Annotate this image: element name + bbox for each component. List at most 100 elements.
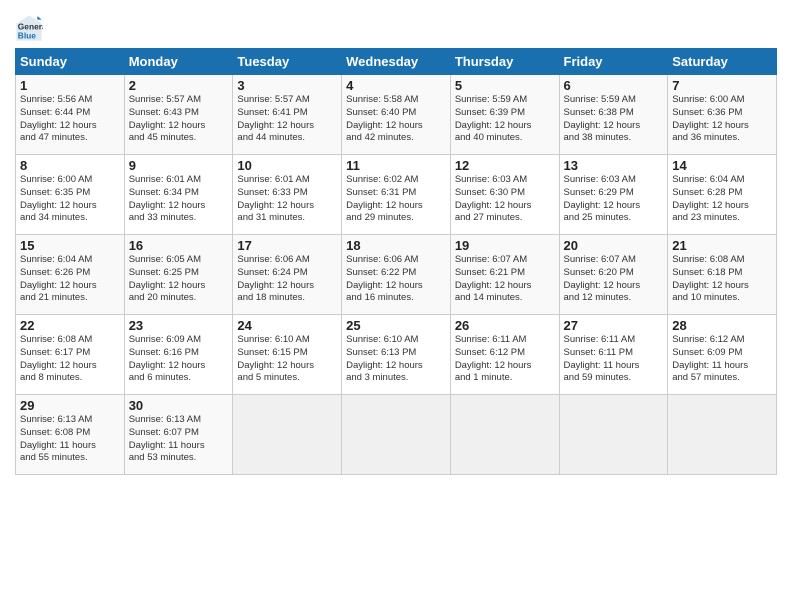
- calendar-cell: 23Sunrise: 6:09 AM Sunset: 6:16 PM Dayli…: [124, 315, 233, 395]
- day-number: 2: [129, 78, 229, 93]
- calendar-cell: [559, 395, 668, 475]
- day-number: 3: [237, 78, 337, 93]
- day-info: Sunrise: 6:04 AM Sunset: 6:26 PM Dayligh…: [20, 254, 120, 305]
- day-number: 28: [672, 318, 772, 333]
- day-info: Sunrise: 6:09 AM Sunset: 6:16 PM Dayligh…: [129, 334, 229, 385]
- day-info: Sunrise: 6:13 AM Sunset: 6:08 PM Dayligh…: [20, 414, 120, 465]
- calendar-cell: 10Sunrise: 6:01 AM Sunset: 6:33 PM Dayli…: [233, 155, 342, 235]
- day-number: 23: [129, 318, 229, 333]
- day-info: Sunrise: 6:06 AM Sunset: 6:22 PM Dayligh…: [346, 254, 446, 305]
- day-info: Sunrise: 5:57 AM Sunset: 6:43 PM Dayligh…: [129, 94, 229, 145]
- day-info: Sunrise: 5:56 AM Sunset: 6:44 PM Dayligh…: [20, 94, 120, 145]
- calendar-cell: 1Sunrise: 5:56 AM Sunset: 6:44 PM Daylig…: [16, 75, 125, 155]
- day-info: Sunrise: 6:08 AM Sunset: 6:17 PM Dayligh…: [20, 334, 120, 385]
- day-info: Sunrise: 6:05 AM Sunset: 6:25 PM Dayligh…: [129, 254, 229, 305]
- day-info: Sunrise: 6:10 AM Sunset: 6:15 PM Dayligh…: [237, 334, 337, 385]
- day-number: 14: [672, 158, 772, 173]
- day-number: 20: [564, 238, 664, 253]
- day-info: Sunrise: 6:01 AM Sunset: 6:33 PM Dayligh…: [237, 174, 337, 225]
- day-info: Sunrise: 5:59 AM Sunset: 6:38 PM Dayligh…: [564, 94, 664, 145]
- calendar-cell: 18Sunrise: 6:06 AM Sunset: 6:22 PM Dayli…: [342, 235, 451, 315]
- day-number: 17: [237, 238, 337, 253]
- calendar-cell: 20Sunrise: 6:07 AM Sunset: 6:20 PM Dayli…: [559, 235, 668, 315]
- calendar-week-1: 1Sunrise: 5:56 AM Sunset: 6:44 PM Daylig…: [16, 75, 777, 155]
- calendar-cell: 14Sunrise: 6:04 AM Sunset: 6:28 PM Dayli…: [668, 155, 777, 235]
- calendar-cell: 6Sunrise: 5:59 AM Sunset: 6:38 PM Daylig…: [559, 75, 668, 155]
- day-number: 7: [672, 78, 772, 93]
- day-info: Sunrise: 6:08 AM Sunset: 6:18 PM Dayligh…: [672, 254, 772, 305]
- day-number: 6: [564, 78, 664, 93]
- calendar-cell: 30Sunrise: 6:13 AM Sunset: 6:07 PM Dayli…: [124, 395, 233, 475]
- calendar-cell: [668, 395, 777, 475]
- day-number: 13: [564, 158, 664, 173]
- calendar-cell: 16Sunrise: 6:05 AM Sunset: 6:25 PM Dayli…: [124, 235, 233, 315]
- day-number: 25: [346, 318, 446, 333]
- calendar-cell: 13Sunrise: 6:03 AM Sunset: 6:29 PM Dayli…: [559, 155, 668, 235]
- calendar-table: SundayMondayTuesdayWednesdayThursdayFrid…: [15, 48, 777, 475]
- day-info: Sunrise: 6:07 AM Sunset: 6:20 PM Dayligh…: [564, 254, 664, 305]
- calendar-header-row: SundayMondayTuesdayWednesdayThursdayFrid…: [16, 49, 777, 75]
- weekday-header-monday: Monday: [124, 49, 233, 75]
- calendar-cell: 17Sunrise: 6:06 AM Sunset: 6:24 PM Dayli…: [233, 235, 342, 315]
- day-number: 16: [129, 238, 229, 253]
- day-number: 1: [20, 78, 120, 93]
- calendar-cell: [342, 395, 451, 475]
- weekday-header-sunday: Sunday: [16, 49, 125, 75]
- calendar-week-3: 15Sunrise: 6:04 AM Sunset: 6:26 PM Dayli…: [16, 235, 777, 315]
- calendar-cell: 22Sunrise: 6:08 AM Sunset: 6:17 PM Dayli…: [16, 315, 125, 395]
- calendar-cell: 28Sunrise: 6:12 AM Sunset: 6:09 PM Dayli…: [668, 315, 777, 395]
- day-number: 4: [346, 78, 446, 93]
- day-info: Sunrise: 6:01 AM Sunset: 6:34 PM Dayligh…: [129, 174, 229, 225]
- day-number: 24: [237, 318, 337, 333]
- calendar-cell: 15Sunrise: 6:04 AM Sunset: 6:26 PM Dayli…: [16, 235, 125, 315]
- calendar-cell: 8Sunrise: 6:00 AM Sunset: 6:35 PM Daylig…: [16, 155, 125, 235]
- day-number: 26: [455, 318, 555, 333]
- weekday-header-tuesday: Tuesday: [233, 49, 342, 75]
- day-info: Sunrise: 6:00 AM Sunset: 6:36 PM Dayligh…: [672, 94, 772, 145]
- day-number: 29: [20, 398, 120, 413]
- calendar-cell: 7Sunrise: 6:00 AM Sunset: 6:36 PM Daylig…: [668, 75, 777, 155]
- calendar-cell: 19Sunrise: 6:07 AM Sunset: 6:21 PM Dayli…: [450, 235, 559, 315]
- day-info: Sunrise: 5:57 AM Sunset: 6:41 PM Dayligh…: [237, 94, 337, 145]
- day-number: 5: [455, 78, 555, 93]
- calendar-cell: 27Sunrise: 6:11 AM Sunset: 6:11 PM Dayli…: [559, 315, 668, 395]
- calendar-week-4: 22Sunrise: 6:08 AM Sunset: 6:17 PM Dayli…: [16, 315, 777, 395]
- calendar-cell: [233, 395, 342, 475]
- calendar-cell: 4Sunrise: 5:58 AM Sunset: 6:40 PM Daylig…: [342, 75, 451, 155]
- day-number: 15: [20, 238, 120, 253]
- calendar-week-5: 29Sunrise: 6:13 AM Sunset: 6:08 PM Dayli…: [16, 395, 777, 475]
- day-info: Sunrise: 5:58 AM Sunset: 6:40 PM Dayligh…: [346, 94, 446, 145]
- day-number: 19: [455, 238, 555, 253]
- day-number: 8: [20, 158, 120, 173]
- day-number: 10: [237, 158, 337, 173]
- calendar-cell: 3Sunrise: 5:57 AM Sunset: 6:41 PM Daylig…: [233, 75, 342, 155]
- calendar-cell: [450, 395, 559, 475]
- calendar-cell: 24Sunrise: 6:10 AM Sunset: 6:15 PM Dayli…: [233, 315, 342, 395]
- weekday-header-thursday: Thursday: [450, 49, 559, 75]
- day-info: Sunrise: 6:12 AM Sunset: 6:09 PM Dayligh…: [672, 334, 772, 385]
- day-info: Sunrise: 6:07 AM Sunset: 6:21 PM Dayligh…: [455, 254, 555, 305]
- day-number: 18: [346, 238, 446, 253]
- calendar-cell: 26Sunrise: 6:11 AM Sunset: 6:12 PM Dayli…: [450, 315, 559, 395]
- day-number: 12: [455, 158, 555, 173]
- day-info: Sunrise: 5:59 AM Sunset: 6:39 PM Dayligh…: [455, 94, 555, 145]
- day-info: Sunrise: 6:03 AM Sunset: 6:29 PM Dayligh…: [564, 174, 664, 225]
- logo: General Blue: [15, 14, 47, 42]
- day-number: 21: [672, 238, 772, 253]
- day-info: Sunrise: 6:02 AM Sunset: 6:31 PM Dayligh…: [346, 174, 446, 225]
- weekday-header-wednesday: Wednesday: [342, 49, 451, 75]
- day-number: 11: [346, 158, 446, 173]
- calendar-cell: 9Sunrise: 6:01 AM Sunset: 6:34 PM Daylig…: [124, 155, 233, 235]
- header: General Blue: [15, 10, 777, 42]
- calendar-cell: 29Sunrise: 6:13 AM Sunset: 6:08 PM Dayli…: [16, 395, 125, 475]
- day-number: 27: [564, 318, 664, 333]
- day-info: Sunrise: 6:06 AM Sunset: 6:24 PM Dayligh…: [237, 254, 337, 305]
- day-info: Sunrise: 6:00 AM Sunset: 6:35 PM Dayligh…: [20, 174, 120, 225]
- day-info: Sunrise: 6:03 AM Sunset: 6:30 PM Dayligh…: [455, 174, 555, 225]
- calendar-week-2: 8Sunrise: 6:00 AM Sunset: 6:35 PM Daylig…: [16, 155, 777, 235]
- day-info: Sunrise: 6:11 AM Sunset: 6:12 PM Dayligh…: [455, 334, 555, 385]
- page-container: General Blue SundayMondayTuesdayWednesda…: [0, 0, 792, 485]
- day-number: 9: [129, 158, 229, 173]
- weekday-header-saturday: Saturday: [668, 49, 777, 75]
- calendar-cell: 2Sunrise: 5:57 AM Sunset: 6:43 PM Daylig…: [124, 75, 233, 155]
